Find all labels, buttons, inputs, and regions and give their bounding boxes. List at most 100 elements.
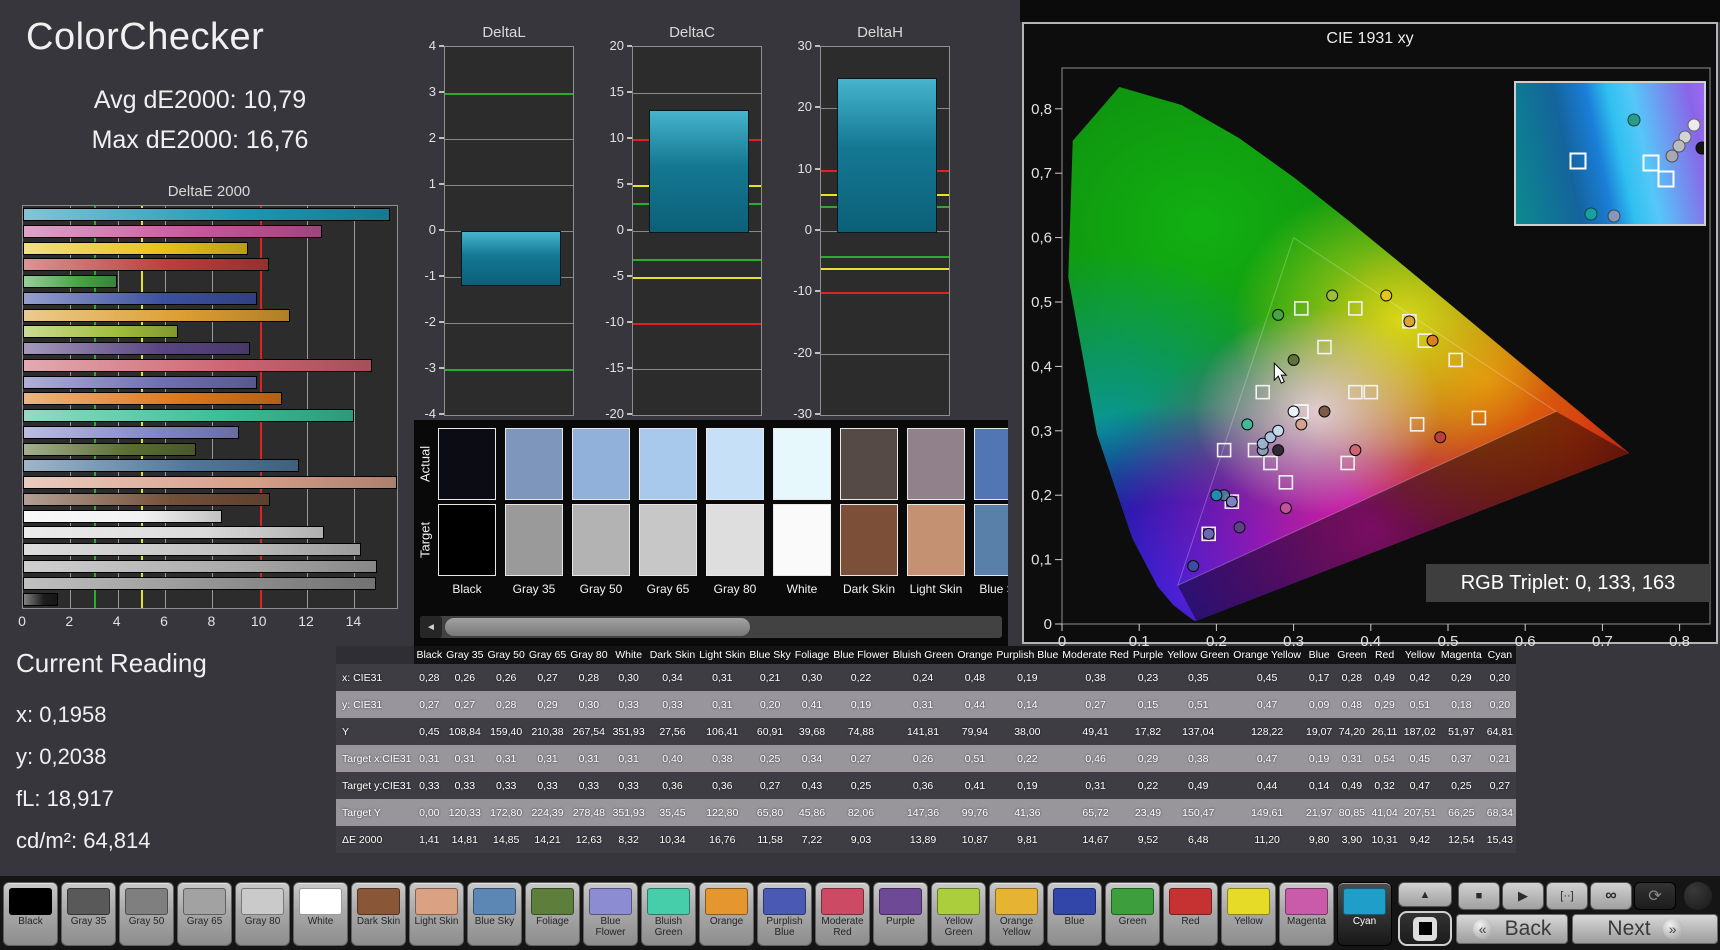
cell: 0,25: [831, 772, 891, 799]
patch-button-bluish-green[interactable]: Bluish Green: [641, 882, 696, 946]
patch-button-blue[interactable]: Blue: [1047, 882, 1102, 946]
scroll-left-icon[interactable]: ◄: [420, 616, 442, 638]
chart-deltac: DeltaC -20 -15 -10 -5 0 5 10 15 20: [592, 24, 770, 426]
stop-square-icon: [1413, 916, 1437, 941]
deltae-bar-blue-flower: [23, 425, 239, 439]
patch-button-black[interactable]: Black: [3, 882, 58, 946]
stop-square-button[interactable]: [1398, 911, 1452, 946]
deltae-chart-title: DeltaE 2000: [167, 183, 251, 200]
deltae-bar-gray-35: [23, 576, 376, 590]
patch-button-orange-yellow[interactable]: Orange Yellow: [989, 882, 1044, 946]
stop-button[interactable]: ■: [1458, 882, 1500, 910]
scrollbar-thumb[interactable]: [445, 618, 750, 636]
marker-button[interactable]: [··]: [1546, 882, 1588, 910]
patch-button-label: Purplish Blue: [766, 916, 803, 938]
patch-button-white[interactable]: White: [293, 882, 348, 946]
column-header-white: White: [609, 646, 648, 664]
inset-measured-marker: [1665, 149, 1679, 163]
cell: 141,81: [890, 718, 956, 745]
patch-button-yellow[interactable]: Yellow: [1221, 882, 1276, 946]
tick-mark: [627, 91, 632, 93]
target-swatch-gray-50: [572, 504, 630, 576]
next-button[interactable]: Next »: [1572, 914, 1718, 944]
axis-tick-label: 20: [609, 38, 624, 53]
reference-line: [633, 323, 761, 325]
patch-button-cyan[interactable]: Cyan: [1337, 882, 1392, 946]
actual-swatch-black: [438, 428, 496, 500]
deltae-bar-gray-65: [23, 543, 362, 556]
back-label: Back: [1504, 917, 1552, 940]
disabled-round-button[interactable]: [1684, 882, 1712, 910]
patch-button-purplish-blue[interactable]: Purplish Blue: [757, 882, 812, 946]
patch-button-label: Purple: [886, 916, 915, 927]
collapse-up-button[interactable]: ▲: [1398, 882, 1452, 907]
patch-button-label: Dark Skin: [356, 916, 401, 927]
patch-button-light-skin[interactable]: Light Skin: [409, 882, 464, 946]
cell: 80,85: [1335, 799, 1369, 826]
patch-swatch-bluish-green: [647, 888, 690, 915]
patch-button-magenta[interactable]: Magenta: [1279, 882, 1334, 946]
patch-button-purple[interactable]: Purple: [873, 882, 928, 946]
deltae-bar-cyan: [23, 208, 391, 221]
row-label: Target Y: [336, 799, 415, 826]
patch-button-blue-sky[interactable]: Blue Sky: [467, 882, 522, 946]
cell: 210,38: [526, 718, 569, 745]
table-row-3: Target x:CIE31 0,31 0,31 0,31 0,31 0,31 0,31 0,…: [336, 745, 1517, 772]
patch-button-dark-skin[interactable]: Dark Skin: [351, 882, 406, 946]
cell: 0,36: [890, 772, 956, 799]
row-label: Target x:CIE31: [336, 745, 415, 772]
patch-button-label: Gray 50: [128, 916, 165, 927]
back-button[interactable]: « Back: [1456, 914, 1568, 944]
patch-button-gray-50[interactable]: Gray 50: [119, 882, 174, 946]
cell: 0,48: [955, 664, 995, 691]
cell: 351,93: [609, 718, 648, 745]
patch-button-yellow-green[interactable]: Yellow Green: [931, 882, 986, 946]
cell: 0,33: [647, 691, 698, 718]
swatch-label: Dark Skin: [842, 582, 895, 596]
cell: 0,43: [792, 772, 832, 799]
table-row-2: Y 0,45 108,84 159,40 210,38 267,54 351,93 27,56…: [336, 718, 1517, 745]
measured-marker-yellow: [1380, 289, 1393, 302]
reference-line: [633, 277, 761, 279]
cell: 0,19: [1303, 745, 1336, 772]
patch-button-blue-flower[interactable]: Blue Flower: [583, 882, 638, 946]
axis-tick-label: 15: [609, 84, 624, 99]
patch-button-gray-80[interactable]: Gray 80: [235, 882, 290, 946]
cell: 207,51: [1400, 799, 1439, 826]
cell: 0,44: [955, 691, 995, 718]
measured-marker-dark-skin: [1318, 405, 1331, 418]
play-button[interactable]: ▶: [1502, 882, 1544, 910]
swatch-scrollbar[interactable]: ◄: [420, 616, 1002, 638]
patch-button-red[interactable]: Red: [1163, 882, 1218, 946]
cell: 0,18: [1438, 691, 1484, 718]
patch-button-orange[interactable]: Orange: [699, 882, 754, 946]
cell: 41,04: [1368, 799, 1401, 826]
cell: 0,40: [647, 745, 698, 772]
cell: 51,97: [1438, 718, 1484, 745]
cell: 0,33: [414, 772, 445, 799]
cell: 120,33: [444, 799, 486, 826]
cell: 19,07: [1303, 718, 1336, 745]
patch-button-label: Moderate Red: [821, 916, 864, 938]
patch-button-gray-35[interactable]: Gray 35: [61, 882, 116, 946]
cell: 0,33: [444, 772, 486, 799]
deltae2000-chart: DeltaE 2000 0 2 4 6 8 10 12 14: [16, 183, 402, 633]
loop-button[interactable]: ∞: [1590, 882, 1632, 910]
patch-button-gray-65[interactable]: Gray 65: [177, 882, 232, 946]
cell: 0,49: [1335, 772, 1369, 799]
refresh-button[interactable]: ⟳: [1634, 882, 1676, 910]
gridline: [445, 323, 573, 324]
patch-button-foliage[interactable]: Foliage: [525, 882, 580, 946]
tick-mark: [627, 229, 632, 231]
stop-icon: ■: [1475, 890, 1483, 902]
chart-deltal: DeltaL -4 -3 -2 -1 0 1 2 3 4: [404, 24, 582, 426]
axis-tick-label: 4: [112, 613, 121, 629]
cell: 0,42: [1400, 664, 1439, 691]
cell: 0,49: [1165, 772, 1232, 799]
reference-line: [821, 255, 949, 258]
deltae-bar-bluish-green: [23, 409, 354, 422]
patch-button-moderate-red[interactable]: Moderate Red: [815, 882, 870, 946]
gridline: [633, 369, 761, 370]
next-arrow-icon: »: [1662, 919, 1683, 939]
patch-button-green[interactable]: Green: [1105, 882, 1160, 946]
